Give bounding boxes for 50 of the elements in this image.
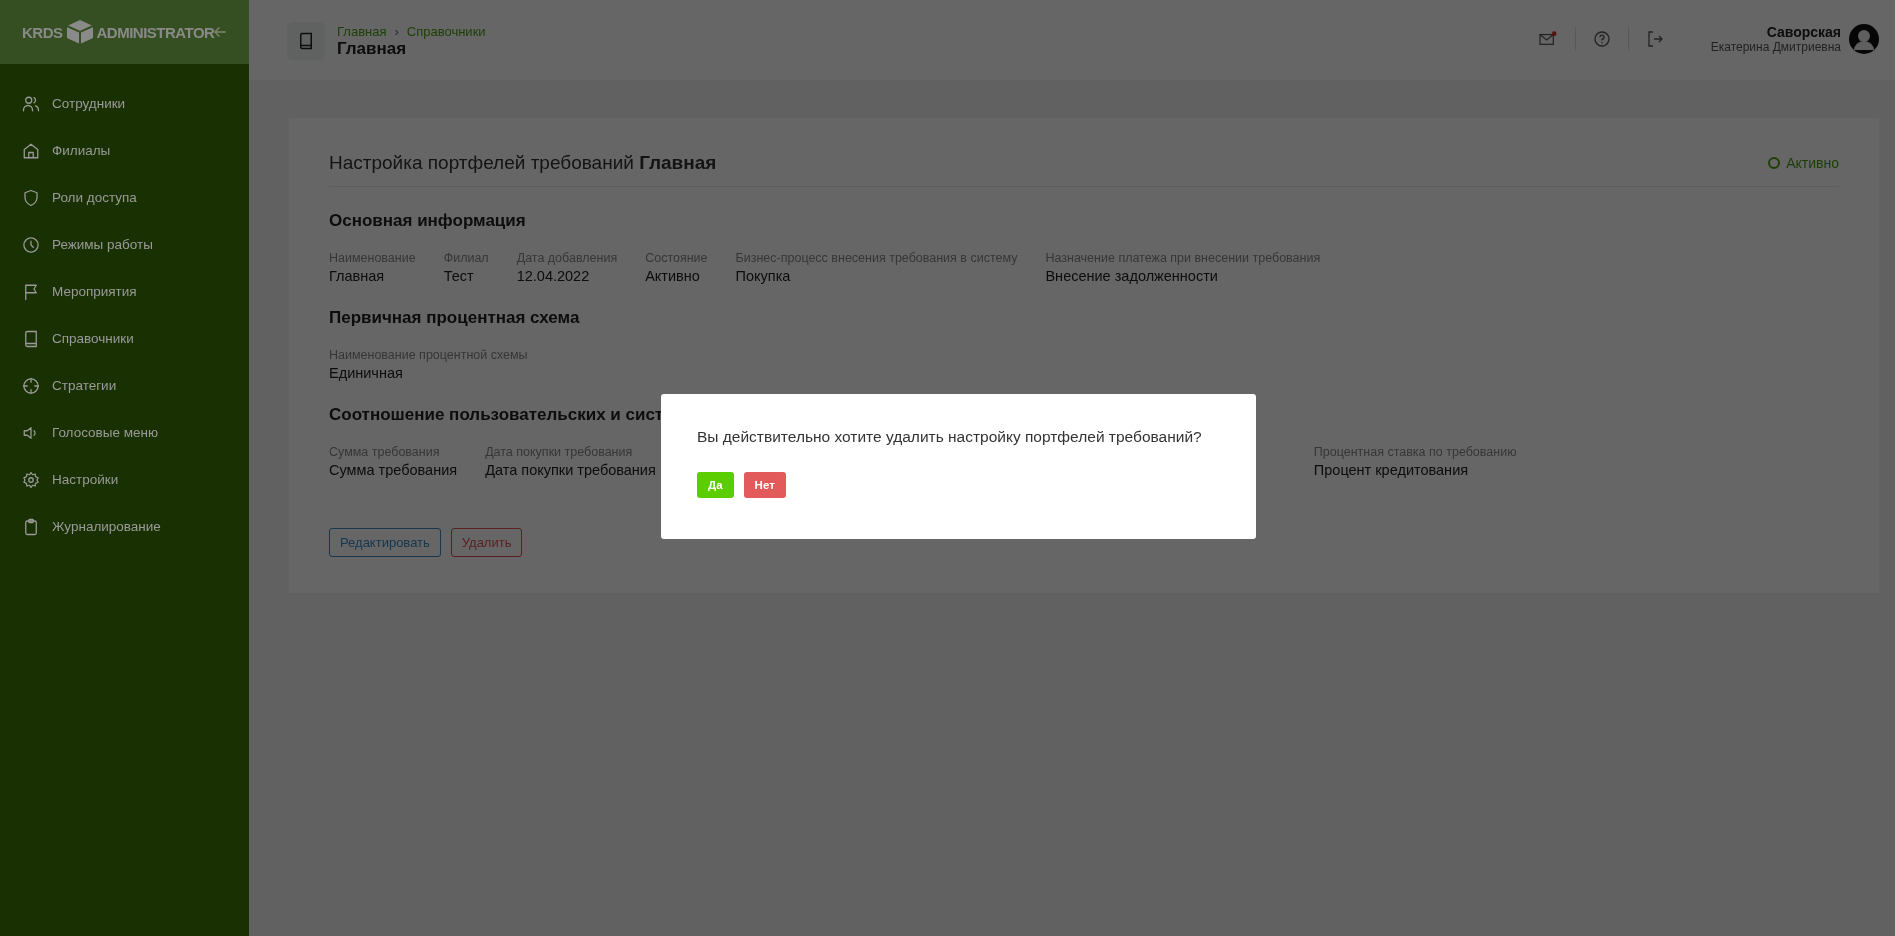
field-value: Активно xyxy=(645,268,701,284)
shield-icon xyxy=(22,188,40,207)
arrow-left-icon[interactable] xyxy=(214,26,227,38)
field-value: Единичная xyxy=(329,365,404,381)
logout-icon[interactable] xyxy=(1646,31,1663,47)
sidebar-item[interactable]: Справочники xyxy=(0,315,249,362)
book-button[interactable] xyxy=(287,22,325,60)
flag-icon xyxy=(22,282,40,301)
field-value: Сумма требования xyxy=(329,462,458,478)
clock-icon xyxy=(22,235,40,254)
sidebar-item[interactable]: Голосовые меню xyxy=(0,409,249,456)
section-title: Первичная процентная схема xyxy=(329,308,581,328)
help-icon[interactable] xyxy=(1593,31,1610,47)
people-icon xyxy=(22,94,40,113)
sidebar-item[interactable]: Режимы работы xyxy=(0,221,249,268)
book-icon xyxy=(297,31,315,51)
breadcrumb-separator: › xyxy=(394,23,399,39)
cube-icon xyxy=(64,19,95,45)
clipboard-icon xyxy=(22,517,40,536)
page-title: Главная xyxy=(337,38,407,59)
sidebar-item[interactable]: Мероприятия xyxy=(0,268,249,315)
user-name: Екатерина Дмитриевна xyxy=(1710,40,1841,54)
field-value: Дата покупки требования xyxy=(485,462,656,478)
avatar-icon[interactable] xyxy=(1849,24,1879,54)
logo-text: ADMINISTRATOR xyxy=(96,23,215,41)
field-value: Покупка xyxy=(735,268,792,284)
house-icon xyxy=(22,141,40,160)
sidebar-item[interactable]: Сотрудники xyxy=(0,80,249,127)
field-value: Главная xyxy=(329,268,386,284)
sidebar-item[interactable]: Стратегии xyxy=(0,362,249,409)
book-icon xyxy=(22,329,40,348)
section-title: Основная информация xyxy=(329,211,527,231)
sidebar-item[interactable]: Журналирование xyxy=(0,503,249,550)
field-value: 12.04.2022 xyxy=(516,268,591,284)
dialog-message: Вы действительно хотите удалить настройку портфелей требований? xyxy=(697,428,1203,446)
logo-text: KRDS xyxy=(22,23,63,41)
cancel-button[interactable]: Нет xyxy=(743,472,786,498)
field-value: Процент кредитования xyxy=(1313,462,1470,478)
crosshair-icon xyxy=(22,376,40,395)
field-value: Внесение задолженности xyxy=(1045,268,1219,284)
mail-icon[interactable] xyxy=(1538,31,1557,47)
sidebar-item[interactable]: Настройки xyxy=(0,456,249,503)
status-label: Активно xyxy=(1768,155,1839,171)
sidebar-item[interactable]: Филиалы xyxy=(0,127,249,174)
field-value: Тест xyxy=(443,268,475,284)
settings-icon xyxy=(22,470,40,489)
user-surname: Саворская xyxy=(1765,24,1841,40)
card-title: Настройка портфелей требований Главная xyxy=(329,152,717,174)
section-title: Соотношение пользовательских и сист xyxy=(329,405,665,425)
sidebar-item[interactable]: Роли доступа xyxy=(0,174,249,221)
